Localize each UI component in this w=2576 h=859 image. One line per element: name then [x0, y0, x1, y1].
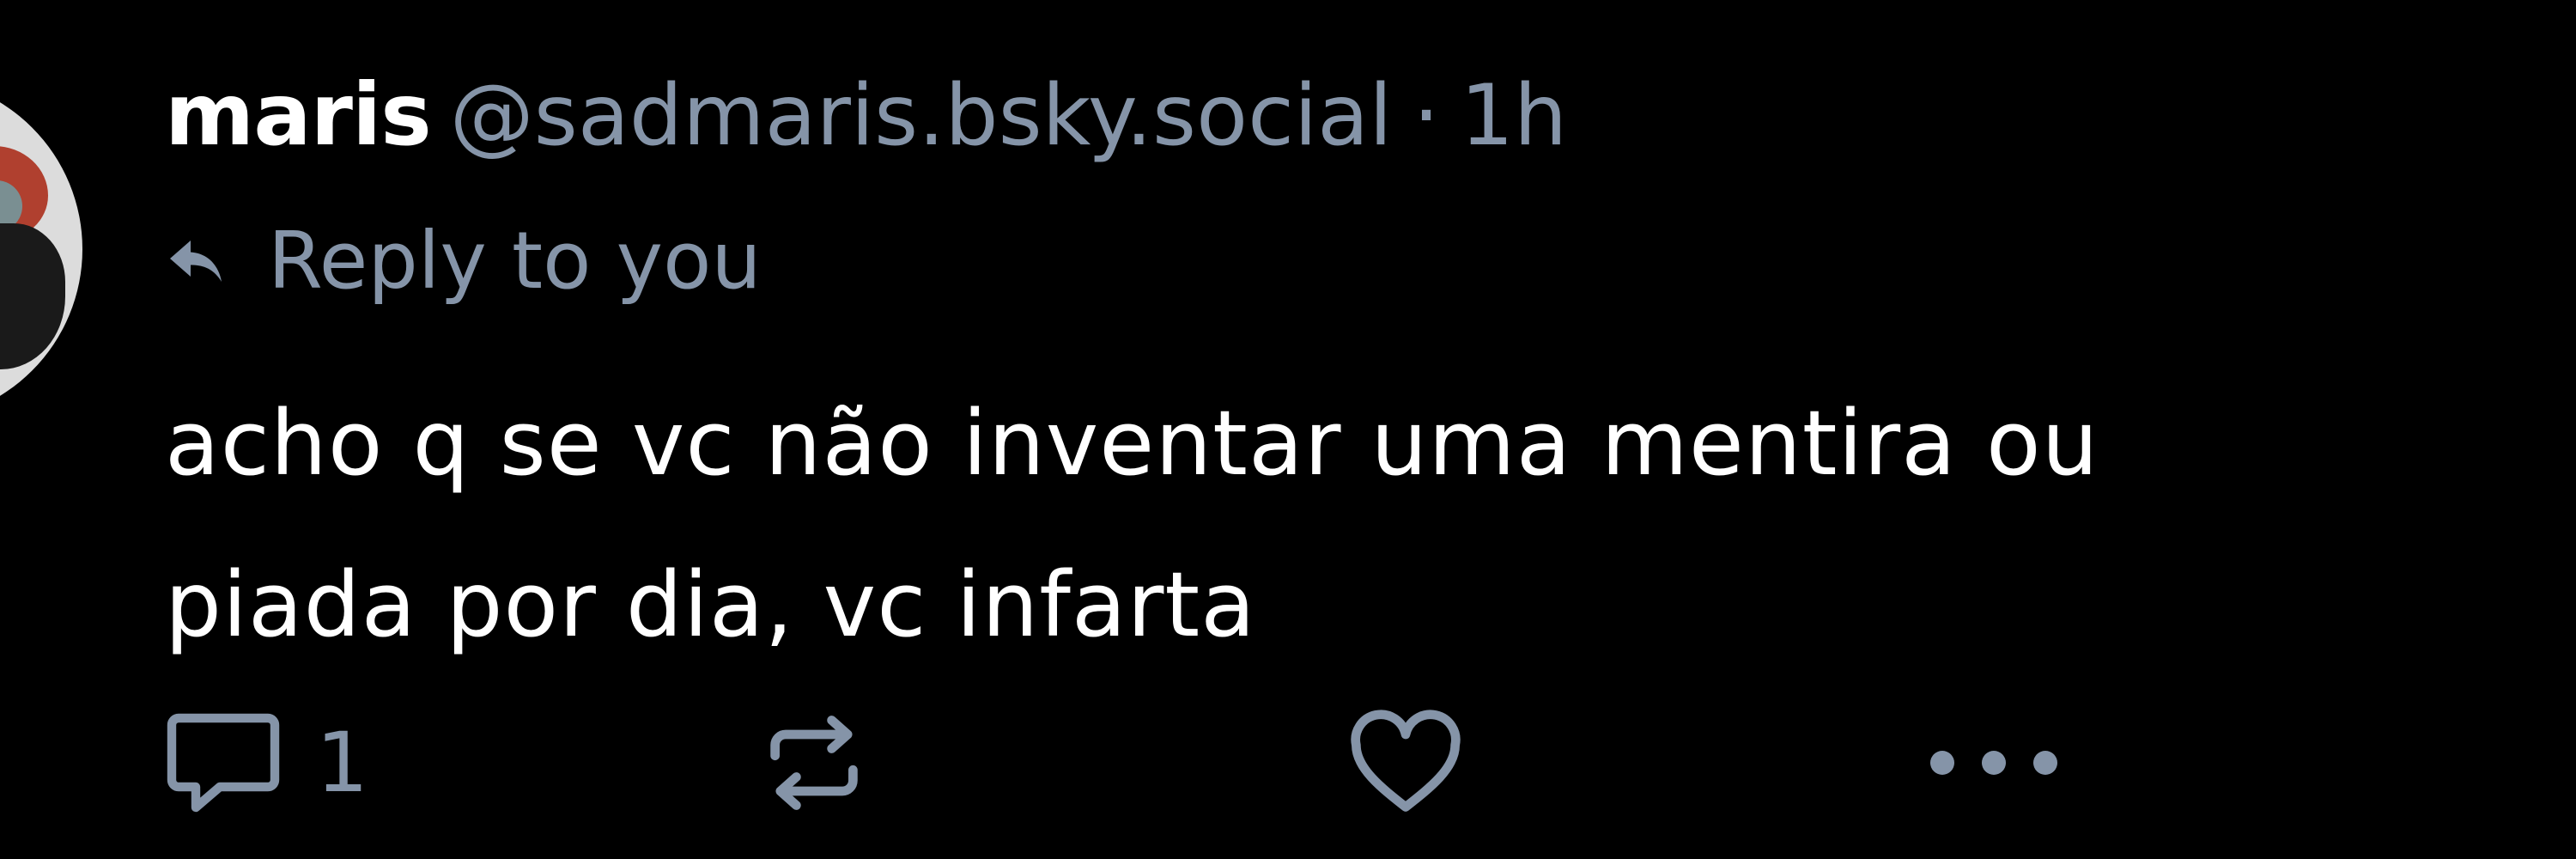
- avatar-image[interactable]: [0, 77, 82, 421]
- reply-count: 1: [316, 715, 369, 811]
- more-options-button[interactable]: [1925, 703, 2063, 823]
- author-display-name[interactable]: maris: [165, 64, 432, 165]
- more-dots-icon: [1925, 746, 2063, 780]
- reply-context[interactable]: Reply to you: [165, 222, 762, 301]
- comment-icon: [165, 707, 282, 819]
- repost-button[interactable]: [757, 703, 871, 823]
- post-actions: 1: [165, 703, 2397, 823]
- avatar[interactable]: [0, 77, 82, 421]
- repost-icon: [757, 706, 871, 819]
- like-button[interactable]: [1346, 703, 1466, 823]
- post-header: maris @sadmaris.bsky.social · 1h: [165, 72, 1567, 159]
- reply-button[interactable]: 1: [165, 703, 368, 823]
- reply-arrow-icon: [165, 230, 227, 292]
- post-body: acho q se vc não inventar uma mentira ou…: [165, 362, 2483, 685]
- author-handle[interactable]: @sadmaris.bsky.social: [450, 67, 1393, 165]
- post-text-line: piada por dia, vc infarta: [165, 552, 1256, 657]
- post: maris @sadmaris.bsky.social · 1h Reply to y…: [0, 0, 2576, 859]
- heart-icon: [1346, 708, 1466, 818]
- post-text-line: acho q se vc não inventar uma mentira ou: [165, 391, 2099, 496]
- separator-dot: ·: [1413, 67, 1440, 165]
- post-timestamp[interactable]: 1h: [1461, 67, 1567, 165]
- reply-context-label: Reply to you: [268, 215, 762, 307]
